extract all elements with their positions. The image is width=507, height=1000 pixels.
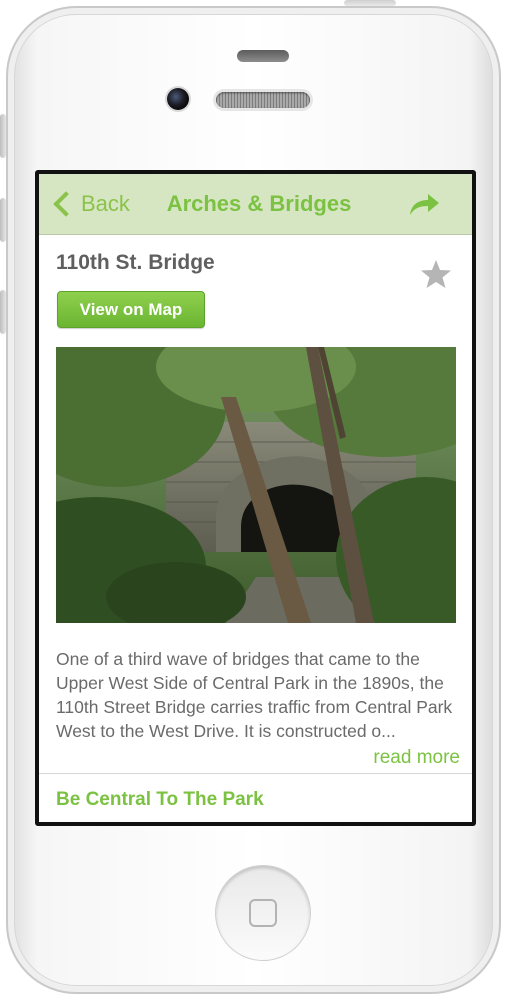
mute-switch[interactable] <box>0 114 6 158</box>
home-square-icon <box>249 899 277 927</box>
footer-tagline[interactable]: Be Central To The Park <box>56 789 264 811</box>
bridge-photo <box>56 347 456 623</box>
description: One of a third wave of bridges that came… <box>56 647 456 743</box>
power-button[interactable] <box>344 0 396 6</box>
volume-down-button[interactable] <box>0 290 6 334</box>
screen: Back Arches & Bridges 110th St. Bridge V… <box>35 170 476 826</box>
read-more-link[interactable]: read more <box>373 747 460 769</box>
top-speaker-grille <box>237 50 289 62</box>
volume-up-button[interactable] <box>0 198 6 242</box>
app-view: Back Arches & Bridges 110th St. Bridge V… <box>39 174 472 822</box>
navigation-bar: Back Arches & Bridges <box>39 174 472 235</box>
star-icon[interactable] <box>420 258 452 290</box>
home-button[interactable] <box>216 866 310 960</box>
description-text: One of a third wave of bridges that came… <box>56 649 453 741</box>
item-title: 110th St. Bridge <box>56 251 215 274</box>
front-camera <box>167 88 189 110</box>
back-label: Back <box>81 191 130 216</box>
share-arrow-icon[interactable] <box>406 190 442 218</box>
view-on-map-button[interactable]: View on Map <box>57 291 205 328</box>
chevron-left-icon <box>53 191 79 217</box>
earpiece <box>216 92 310 108</box>
page-title: Arches & Bridges <box>166 191 352 216</box>
divider <box>39 773 472 774</box>
back-button[interactable]: Back <box>51 189 130 219</box>
